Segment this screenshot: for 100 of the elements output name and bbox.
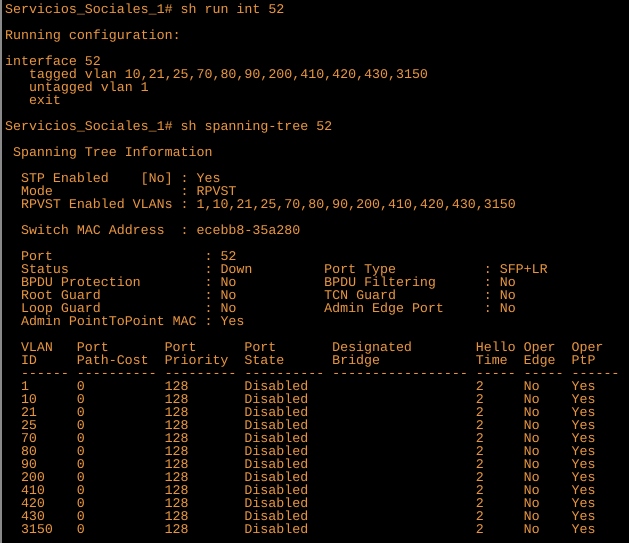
table-cell: 128 (164, 380, 189, 393)
table-separator: ------ ---------- --------- ---------- ----------------- ----- ----- ------ (20, 367, 620, 380)
table-cell: 128 (164, 419, 189, 432)
table-cell: 2 (476, 393, 484, 406)
table-cell: 2 (476, 419, 484, 432)
column-header: Port (76, 341, 109, 354)
table-cell: 128 (164, 393, 189, 406)
table-cell: 90 (20, 458, 37, 471)
table-cell: No (524, 432, 540, 445)
table-cell: 2 (476, 432, 484, 445)
table-cell: Yes (571, 432, 596, 445)
table-cell: 21 (20, 406, 37, 419)
terminal-line: Switch MAC Address : ecebb8-35a280 (20, 224, 300, 237)
table-cell: Disabled (244, 471, 308, 484)
table-cell: 2 (476, 497, 484, 510)
table-cell: 10 (20, 393, 37, 406)
terminal-line: BPDU Protection : No BPDU Filtering : No (20, 276, 516, 289)
column-header: Oper (571, 341, 604, 354)
table-cell: 128 (164, 497, 189, 510)
column-header: Port (244, 341, 276, 354)
table-cell: 420 (20, 497, 45, 510)
table-cell: Disabled (244, 393, 308, 406)
table-cell: Yes (571, 445, 596, 458)
terminal-line: Spanning Tree Information (12, 146, 212, 159)
table-cell: Disabled (244, 406, 308, 419)
terminal-line: Servicios_Sociales_1# sh spanning-tree 52 (5, 120, 332, 133)
table-cell: 2 (476, 484, 484, 497)
table-cell: No (524, 458, 540, 471)
table-cell: 0 (76, 523, 85, 536)
table-cell: Yes (571, 471, 596, 484)
table-cell: 2 (476, 458, 484, 471)
table-cell: 128 (164, 458, 189, 471)
table-cell: 0 (76, 432, 85, 445)
column-header: VLAN (20, 341, 53, 354)
table-cell: 25 (20, 419, 37, 432)
table-cell: Yes (571, 406, 596, 419)
column-header: Time (476, 354, 508, 367)
column-header: State (244, 354, 284, 367)
terminal-line: interface 52 (5, 55, 101, 68)
column-header: Path-Cost (76, 354, 149, 367)
table-cell: 2 (476, 406, 484, 419)
table-cell: 0 (76, 380, 85, 393)
terminal-line: STP Enabled [No] : Yes (20, 172, 220, 185)
table-cell: Disabled (244, 497, 308, 510)
table-cell: 200 (20, 471, 45, 484)
terminal-line: Mode : RPVST (20, 185, 236, 198)
table-cell: No (524, 419, 540, 432)
table-cell: 0 (76, 497, 85, 510)
column-header: Priority (164, 354, 228, 367)
table-cell: 0 (76, 393, 85, 406)
table-cell: No (524, 445, 540, 458)
table-cell: No (524, 471, 540, 484)
terminal-line: Loop Guard : No Admin Edge Port : No (20, 302, 516, 315)
column-header: Designated (332, 341, 412, 354)
terminal-line: Port : 52 (20, 250, 236, 263)
table-cell: 2 (476, 510, 484, 523)
table-cell: 128 (164, 484, 189, 497)
table-cell: Disabled (244, 458, 308, 471)
table-cell: 128 (164, 445, 189, 458)
table-cell: 80 (20, 445, 37, 458)
terminal-line: tagged vlan 10,21,25,70,80,90,200,410,420,430,3150 (28, 68, 428, 81)
table-cell: Yes (571, 458, 596, 471)
column-header: Oper (524, 341, 556, 354)
table-cell: Yes (571, 419, 596, 432)
table-cell: No (524, 406, 540, 419)
table-cell: 70 (20, 432, 37, 445)
table-cell: 0 (76, 445, 85, 458)
table-cell: 2 (476, 380, 484, 393)
table-cell: 2 (476, 523, 484, 536)
table-cell: No (524, 380, 540, 393)
table-cell: Disabled (244, 432, 308, 445)
table-cell: 410 (20, 484, 45, 497)
table-cell: 0 (76, 458, 85, 471)
table-cell: Disabled (244, 380, 308, 393)
table-cell: Disabled (244, 510, 308, 523)
column-header: ID (20, 354, 37, 367)
terminal-line: Running configuration: (5, 29, 181, 42)
table-cell: 2 (476, 445, 484, 458)
column-header: PtP (571, 354, 596, 367)
table-cell: 128 (164, 471, 189, 484)
column-header: Bridge (332, 354, 380, 367)
table-cell: Yes (571, 497, 596, 510)
terminal-line: exit (28, 94, 61, 107)
table-cell: No (524, 484, 540, 497)
table-cell: 0 (76, 471, 85, 484)
table-cell: 128 (164, 432, 189, 445)
table-cell: Yes (571, 523, 596, 536)
table-cell: No (524, 510, 540, 523)
table-cell: No (524, 523, 540, 536)
table-cell: 0 (76, 510, 85, 523)
table-cell: 0 (76, 406, 85, 419)
table-cell: 430 (20, 510, 45, 523)
column-header: Port (164, 341, 196, 354)
table-cell: 128 (164, 523, 189, 536)
terminal-line: RPVST Enabled VLANs : 1,10,21,25,70,80,90,200,410,420,430,3150 (20, 198, 516, 211)
column-header: Hello (476, 341, 516, 354)
table-cell: No (524, 497, 540, 510)
table-cell: 0 (76, 484, 85, 497)
terminal-line: Servicios_Sociales_1# sh run int 52 (5, 3, 284, 16)
table-cell: Disabled (244, 523, 308, 536)
